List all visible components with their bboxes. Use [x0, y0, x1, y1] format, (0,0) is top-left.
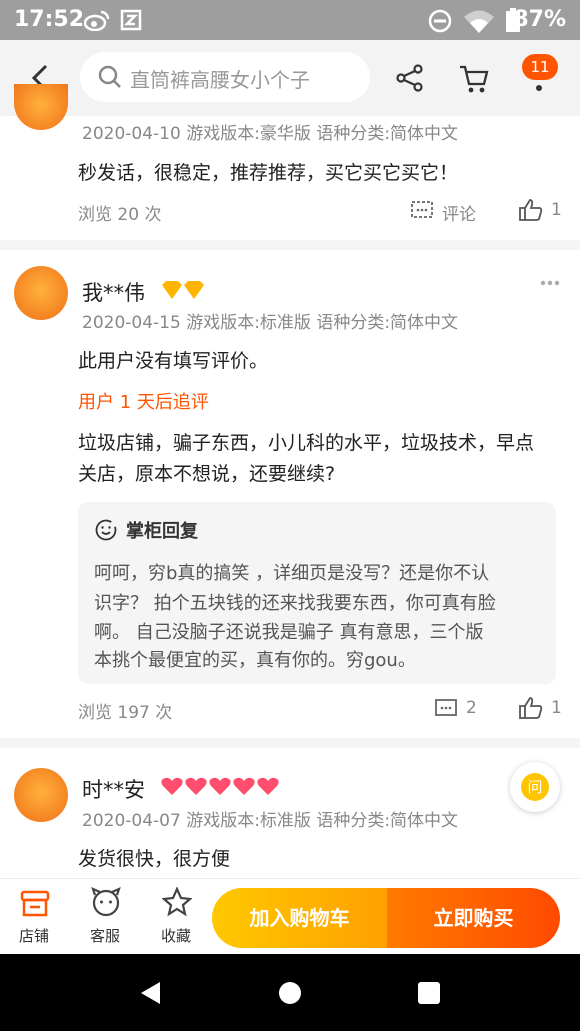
review-divider: [0, 240, 580, 250]
favorite-label[interactable]: 收藏: [161, 925, 191, 946]
ask-label: 问: [521, 773, 549, 801]
customer-service-icon[interactable]: [90, 887, 122, 917]
review-content: 秒发话，很稳定，推荐推荐，买它买它买它！: [78, 162, 459, 184]
store-icon[interactable]: [20, 889, 50, 917]
star-icon[interactable]: [162, 887, 192, 917]
diamond-badge-icon: [162, 281, 204, 299]
review-content: 发货很快，很方便: [78, 848, 231, 870]
search-placeholder: 直筒裤高腰女小个子: [130, 68, 310, 92]
avatar: [14, 266, 68, 320]
heart-badge-icon: [161, 777, 279, 795]
username: 我**伟: [82, 281, 145, 305]
reply-line: 呵呵，穷b真的搞笑 ，详细页是没写？还是你不认: [94, 563, 490, 584]
wifi-icon: [464, 10, 494, 33]
search-icon: [98, 65, 121, 88]
like-icon[interactable]: [518, 696, 544, 720]
more-badge[interactable]: 11: [522, 54, 558, 80]
share-icon[interactable]: [396, 64, 424, 92]
like-count: 1: [551, 698, 562, 718]
service-label[interactable]: 客服: [90, 925, 120, 946]
avatar: [14, 768, 68, 822]
battery-percent: 87%: [513, 7, 566, 32]
username: 时**安: [82, 778, 145, 802]
status-bar: 17:52 87%: [0, 0, 580, 40]
review-meta: 2020-04-15 游戏版本:标准版 语种分类:简体中文: [82, 313, 459, 333]
comment-label[interactable]: 评论: [442, 200, 476, 225]
like-icon[interactable]: [518, 198, 544, 222]
reply-line: 本挑个最便宜的买，真有你的。穷gou。: [94, 650, 416, 671]
bottom-action-bar: 店铺 客服 收藏 加入购物车 立即购买: [0, 878, 580, 954]
app-notification-icon: [120, 9, 142, 31]
review-meta: 2020-04-07 游戏版本:标准版 语种分类:简体中文: [82, 811, 459, 831]
shopkeeper-icon: [95, 519, 117, 541]
store-label[interactable]: 店铺: [19, 925, 49, 946]
back-triangle-icon[interactable]: [138, 980, 162, 1006]
more-dot-icon[interactable]: [536, 85, 542, 91]
reply-title: 掌柜回复: [126, 521, 198, 542]
like-count: 1: [551, 200, 562, 220]
view-count: 浏览 197 次: [78, 703, 173, 723]
review-content: 此用户没有填写评价。: [78, 350, 269, 372]
ask-button[interactable]: 问: [510, 762, 560, 812]
system-nav-bar: [0, 954, 580, 1031]
followup-line: 垃圾店铺，骗子东西，小儿科的水平，垃圾技术，早点: [78, 432, 535, 454]
add-to-cart-button[interactable]: 加入购物车: [212, 888, 387, 948]
weibo-icon: [84, 10, 110, 31]
cart-icon[interactable]: [458, 64, 490, 94]
do-not-disturb-icon: [428, 9, 452, 33]
view-count: 浏览 20 次: [78, 205, 162, 225]
home-circle-icon[interactable]: [278, 981, 302, 1005]
review-meta: 2020-04-10 游戏版本:豪华版 语种分类:简体中文: [82, 124, 459, 144]
seller-reply-box: 掌柜回复 呵呵，穷b真的搞笑 ，详细页是没写？还是你不认 识字？ 拍个五块钱的还…: [78, 502, 556, 684]
more-options-icon[interactable]: [540, 280, 560, 286]
status-time: 17:52: [14, 7, 85, 32]
review-divider: [0, 738, 580, 748]
buy-now-button[interactable]: 立即购买: [387, 888, 560, 948]
followup-label: 用户 1 天后追评: [78, 392, 209, 413]
comment-count[interactable]: 2: [466, 698, 477, 718]
comment-icon[interactable]: [410, 200, 434, 222]
recents-square-icon[interactable]: [418, 982, 440, 1004]
followup-line: 关店，原本不想说，还要继续?: [78, 463, 336, 485]
search-input[interactable]: 直筒裤高腰女小个子: [80, 52, 370, 102]
top-nav-bar: 直筒裤高腰女小个子 11: [0, 40, 580, 116]
comment-icon[interactable]: [434, 698, 458, 720]
avatar: [14, 84, 68, 130]
